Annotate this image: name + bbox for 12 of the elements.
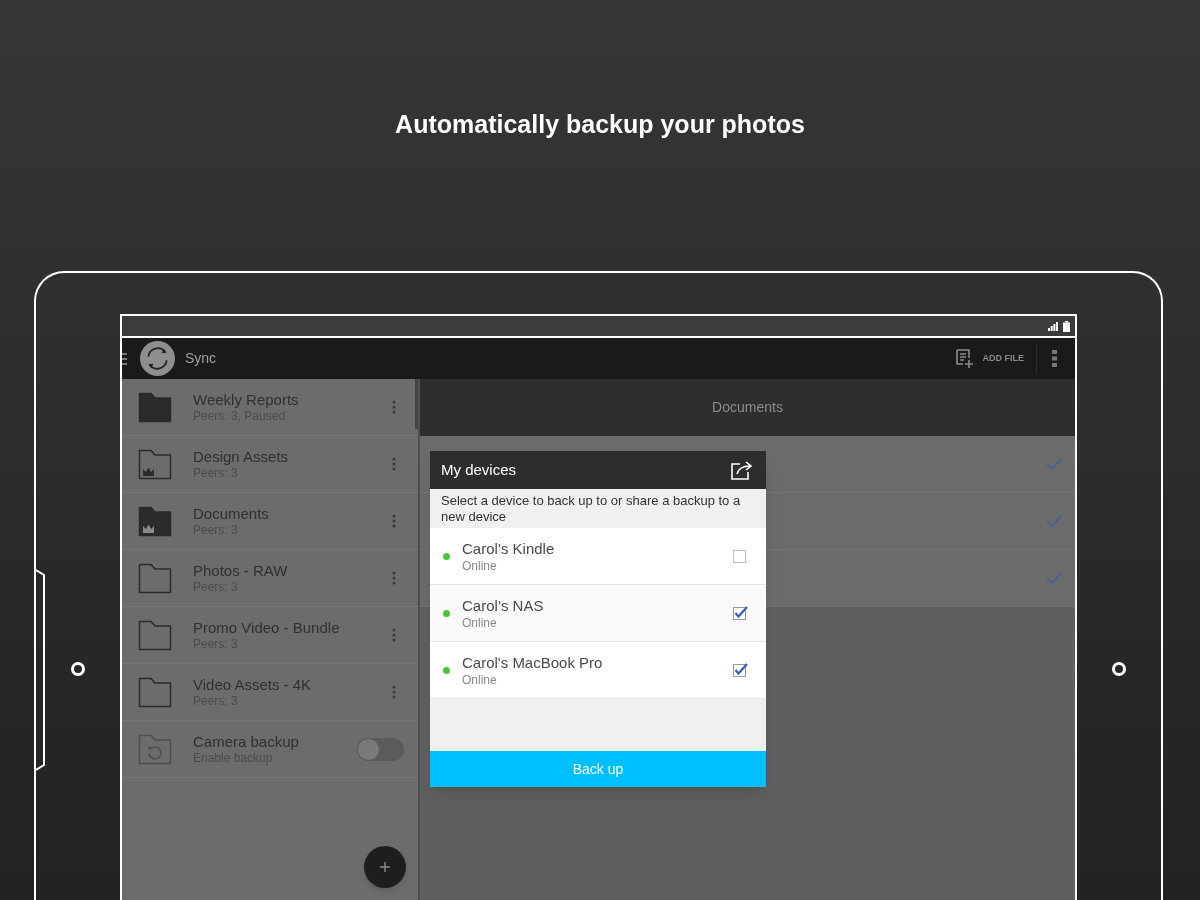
dialog-message: Select a device to back up to or share a backup to a new device: [440, 492, 742, 526]
headline: Automatically backup your photos: [395, 109, 805, 140]
device-name: Carol’s NAS: [462, 595, 544, 615]
device-status: Online: [462, 671, 497, 688]
device-name: Carol’s Kindle: [462, 538, 555, 558]
camera-backup-title: Camera backup: [193, 732, 299, 751]
dialog-title: My devices: [441, 459, 517, 480]
device-status: Online: [462, 557, 497, 574]
app-title: Sync: [185, 349, 217, 368]
content-title: Documents: [712, 398, 783, 417]
device-status: Online: [462, 614, 497, 631]
device-name: Carol's MacBook Pro: [462, 652, 603, 672]
